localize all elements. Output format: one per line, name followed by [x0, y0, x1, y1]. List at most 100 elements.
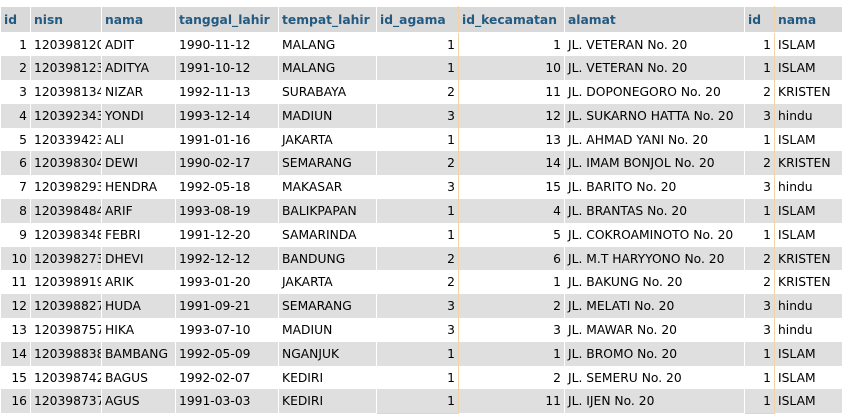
cell-id-agama: 2 [376, 151, 459, 176]
column-header-tempat-lahir[interactable]: tempat_lahir [278, 6, 377, 33]
cell-nama: BAMBANG [101, 341, 176, 366]
column-header-id-kecamatan[interactable]: id_kecamatan [458, 6, 565, 33]
table-row[interactable]: 5 120339423 ALI 1991-01-16 JAKARTA 1 13 JL. AHM… [0, 127, 842, 152]
cell-nisn: 120398348 [30, 222, 102, 247]
cell-agama-id: 2 [744, 151, 775, 176]
table-row[interactable]: 1 120398120 ADIT 1990-11-12 MALANG 1 1 JL. VETE… [0, 32, 842, 57]
cell-nama: NIZAR [101, 80, 176, 104]
table-row[interactable]: 7 120398293 HENDRA 1992-05-18 MAKASAR 3 15 JL. … [0, 175, 842, 200]
cell-id: 9 [0, 222, 31, 247]
table-row[interactable]: 10 120398273 DHEVI 1992-12-12 BANDUNG 2 6 JL. M… [0, 246, 842, 271]
table-row[interactable]: 11 120398919 ARIK 1993-01-20 JAKARTA 2 1 JL. BA… [0, 270, 842, 295]
cell-tempat-lahir: SAMARINDA [278, 222, 377, 247]
cell-tanggal-lahir: 1991-12-20 [175, 222, 279, 247]
cell-agama-id: 2 [744, 246, 775, 271]
cell-alamat: JL. IJEN No. 20 [564, 389, 745, 414]
cell-alamat: JL. MAWAR No. 20 [564, 318, 745, 342]
cell-nisn: 120398742 [30, 365, 102, 390]
cell-tempat-lahir: MALANG [278, 32, 377, 57]
cell-alamat: JL. SEMERU No. 20 [564, 365, 745, 390]
cell-id-kecamatan: 1 [458, 32, 565, 57]
cell-agama-id: 1 [744, 56, 775, 81]
cell-tanggal-lahir: 1990-11-12 [175, 32, 279, 57]
cell-tanggal-lahir: 1992-12-12 [175, 246, 279, 271]
cell-id-kecamatan: 13 [458, 127, 565, 152]
column-header-tanggal-lahir[interactable]: tanggal_lahir [175, 6, 279, 33]
table-row[interactable]: 4 120392343 YONDI 1993-12-14 MADIUN 3 12 JL. SU… [0, 103, 842, 128]
cell-tempat-lahir: JAKARTA [278, 270, 377, 295]
cell-tanggal-lahir: 1991-01-16 [175, 127, 279, 152]
cell-tanggal-lahir: 1992-11-13 [175, 80, 279, 104]
cell-agama-nama: KRISTEN [774, 80, 842, 104]
cell-agama-nama: ISLAM [774, 32, 842, 57]
cell-id-kecamatan: 1 [458, 341, 565, 366]
cell-id-kecamatan: 6 [458, 246, 565, 271]
table-row[interactable]: 15 120398742 BAGUS 1992-02-07 KEDIRI 1 2 JL. SE… [0, 365, 842, 390]
cell-id: 15 [0, 365, 31, 390]
table-row[interactable]: 3 120398134 NIZAR 1992-11-13 SURABAYA 2 11 JL. … [0, 80, 842, 104]
cell-agama-id: 2 [744, 270, 775, 295]
column-header-nisn[interactable]: nisn [30, 6, 102, 33]
cell-agama-id: 2 [744, 80, 775, 104]
cell-agama-id: 1 [744, 365, 775, 390]
cell-agama-id: 3 [744, 175, 775, 200]
table-row[interactable]: 8 120398484 ARIF 1993-08-19 BALIKPAPAN 1 4 JL. … [0, 199, 842, 223]
cell-nisn: 120398304 [30, 151, 102, 176]
cell-id: 12 [0, 294, 31, 319]
table-row[interactable]: 14 120398838 BAMBANG 1992-05-09 NGANJUK 1 1 JL.… [0, 341, 842, 366]
column-header-id[interactable]: id [0, 6, 31, 33]
cell-nama: HENDRA [101, 175, 176, 200]
column-header-agama-id[interactable]: id [744, 6, 775, 33]
cell-tanggal-lahir: 1991-10-12 [175, 56, 279, 81]
cell-nama: ALI [101, 127, 176, 152]
cell-id-kecamatan: 3 [458, 318, 565, 342]
cell-tanggal-lahir: 1992-05-18 [175, 175, 279, 200]
cell-nisn: 120398134 [30, 80, 102, 104]
cell-nama: HIKA [101, 318, 176, 342]
cell-agama-nama: ISLAM [774, 389, 842, 414]
column-header-alamat[interactable]: alamat [564, 6, 745, 33]
cell-agama-id: 1 [744, 341, 775, 366]
cell-agama-nama: ISLAM [774, 222, 842, 247]
cell-alamat: JL. BARITO No. 20 [564, 175, 745, 200]
cell-nisn: 120392343 [30, 103, 102, 128]
cell-tempat-lahir: NGANJUK [278, 341, 377, 366]
table-row[interactable]: 2 120398123 ADITYA 1991-10-12 MALANG 1 10 JL. V… [0, 56, 842, 81]
cell-id-kecamatan: 2 [458, 294, 565, 319]
cell-tanggal-lahir: 1991-09-21 [175, 294, 279, 319]
cell-agama-id: 1 [744, 32, 775, 57]
table-row[interactable]: 13 120398757 HIKA 1993-07-10 MADIUN 3 3 JL. MAW… [0, 318, 842, 342]
cell-id-agama: 1 [376, 127, 459, 152]
cell-nama: FEBRI [101, 222, 176, 247]
cell-id: 5 [0, 127, 31, 152]
cell-id-kecamatan: 14 [458, 151, 565, 176]
column-header-agama-nama[interactable]: nama [774, 6, 842, 33]
cell-nama: HUDA [101, 294, 176, 319]
table-row[interactable]: 6 120398304 DEWI 1990-02-17 SEMARANG 2 14 JL. I… [0, 151, 842, 176]
cell-nama: AGUS [101, 389, 176, 414]
cell-alamat: JL. VETERAN No. 20 [564, 32, 745, 57]
cell-nisn: 120339423 [30, 127, 102, 152]
cell-nama: DHEVI [101, 246, 176, 271]
table-row[interactable]: 9 120398348 FEBRI 1991-12-20 SAMARINDA 1 5 JL. … [0, 222, 842, 247]
cell-nisn: 120398293 [30, 175, 102, 200]
cell-id-agama: 3 [376, 318, 459, 342]
column-header-nama[interactable]: nama [101, 6, 176, 33]
cell-id: 2 [0, 56, 31, 81]
cell-agama-nama: KRISTEN [774, 151, 842, 176]
cell-agama-id: 3 [744, 318, 775, 342]
column-header-id-agama[interactable]: id_agama [376, 6, 459, 33]
cell-id-agama: 3 [376, 103, 459, 128]
cell-id: 4 [0, 103, 31, 128]
cell-id: 1 [0, 32, 31, 57]
cell-id-kecamatan: 2 [458, 365, 565, 390]
cell-alamat: JL. COKROAMINOTO No. 20 [564, 222, 745, 247]
cell-tempat-lahir: KEDIRI [278, 365, 377, 390]
cell-id: 10 [0, 246, 31, 271]
table-row[interactable]: 12 120398827 HUDA 1991-09-21 SEMARANG 3 2 JL. M… [0, 294, 842, 319]
cell-agama-nama: hindu [774, 175, 842, 200]
table-row[interactable]: 16 120398737 AGUS 1991-03-03 KEDIRI 1 11 JL. IJ… [0, 389, 842, 414]
cell-tempat-lahir: SEMARANG [278, 151, 377, 176]
header-row: id nisn nama tanggal_lahir tempat_lahir … [0, 6, 842, 33]
cell-id: 8 [0, 199, 31, 223]
